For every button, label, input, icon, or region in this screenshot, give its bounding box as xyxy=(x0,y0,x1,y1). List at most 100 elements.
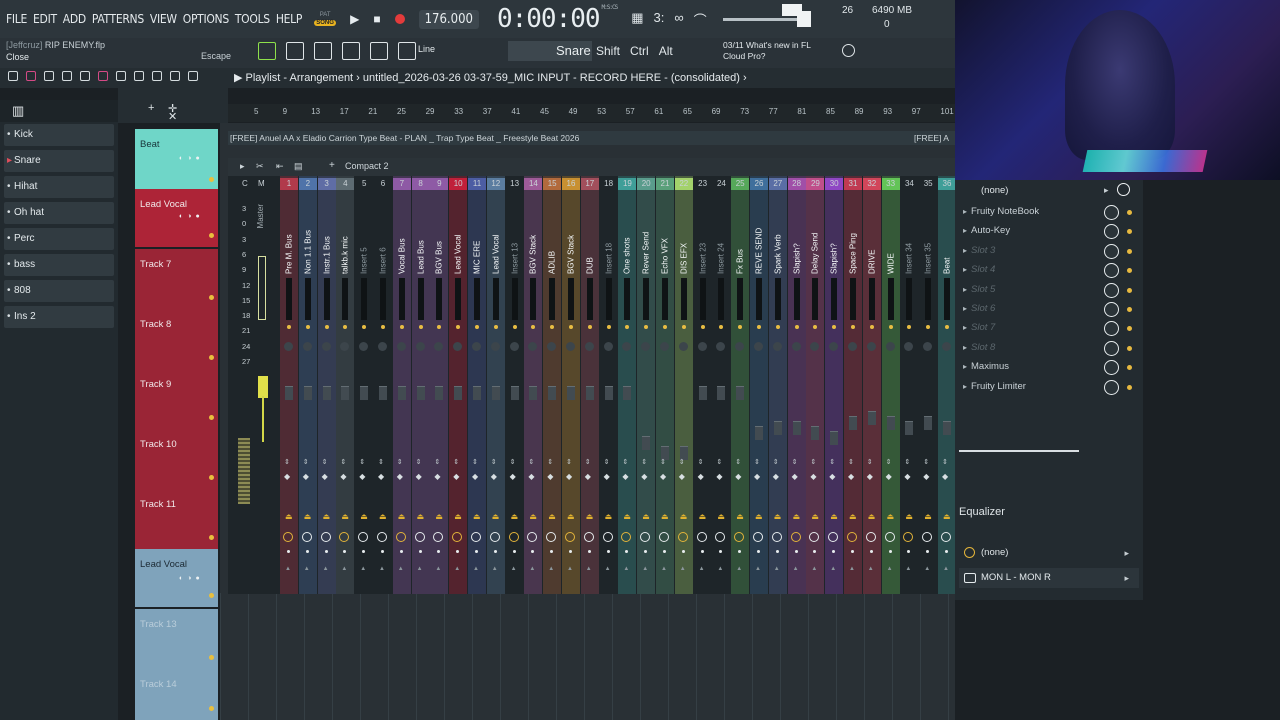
send-dot[interactable] xyxy=(719,325,724,329)
route-arrow-icon[interactable]: ⏏ xyxy=(623,512,631,521)
route-arrow-icon[interactable]: ⏏ xyxy=(905,512,913,521)
input-selector[interactable]: (none) xyxy=(981,185,1008,196)
pan-knob[interactable] xyxy=(453,342,463,351)
chevron-right-icon[interactable]: ▸ xyxy=(963,323,967,332)
volume-fader[interactable] xyxy=(849,416,857,430)
stereo-arrow-icon[interactable]: ⇕ xyxy=(566,458,572,466)
chevron-right-icon[interactable]: ▸ xyxy=(963,246,967,255)
mixer-channel[interactable]: 11 MIC ERE ⇕ ◆ ⏏ ▲ xyxy=(468,176,486,594)
stereo-sep-icon[interactable]: ◆ xyxy=(547,472,553,481)
browser-item[interactable]: Ins 2 xyxy=(4,306,114,328)
mixer-channel[interactable]: 30 Slapish? ⇕ ◆ ⏏ ▲ xyxy=(825,176,844,594)
mixer-channel[interactable]: 14 BGV Stack ⇕ ◆ ⏏ ▲ xyxy=(524,176,543,594)
volume-fader[interactable] xyxy=(435,386,444,400)
send-dot[interactable] xyxy=(757,325,761,329)
route-triangle-icon[interactable]: ▲ xyxy=(774,566,780,572)
send-dot[interactable] xyxy=(663,325,667,329)
mixer-channel[interactable]: 24 Insert 24 ⇕ ◆ ⏏ ▲ xyxy=(712,176,730,594)
route-arrow-icon[interactable]: ⏏ xyxy=(567,512,575,521)
route-triangle-icon[interactable]: ▲ xyxy=(924,566,930,572)
playback-icon[interactable] xyxy=(188,71,198,81)
chevron-right-icon[interactable]: ▸ xyxy=(963,285,967,294)
effect-slot[interactable]: ▸ Fruity NoteBook xyxy=(961,204,1137,223)
volume-fader[interactable] xyxy=(510,386,519,400)
pan-knob[interactable] xyxy=(678,342,688,351)
track-dot[interactable] xyxy=(209,177,214,182)
record-arm-icon[interactable]: ● xyxy=(195,155,199,162)
volume-fader[interactable] xyxy=(285,386,293,400)
pan-knob[interactable] xyxy=(622,342,632,351)
route-triangle-icon[interactable]: ▲ xyxy=(360,566,366,572)
volume-fader[interactable] xyxy=(604,386,613,400)
news-panel[interactable]: 03/11 What's new in FL Cloud Pro? xyxy=(723,40,811,62)
master-volume-slider[interactable] xyxy=(722,10,811,27)
volume-fader[interactable] xyxy=(454,386,463,400)
track-header[interactable]: Lead Vocal ◐ ◑ ● xyxy=(135,189,218,247)
route-knob-icon[interactable] xyxy=(565,532,575,542)
stereo-arrow-icon[interactable]: ⇕ xyxy=(810,458,816,466)
stereo-sep-icon[interactable]: ◆ xyxy=(641,472,647,481)
pan-knob[interactable] xyxy=(584,342,594,351)
route-triangle-icon[interactable]: ▲ xyxy=(435,566,441,572)
draw-icon[interactable] xyxy=(44,71,54,81)
volume-fader[interactable] xyxy=(548,386,557,400)
route-triangle-icon[interactable]: ▲ xyxy=(887,566,893,572)
stereo-arrow-icon[interactable]: ⇕ xyxy=(716,458,722,466)
delete-icon[interactable] xyxy=(80,71,90,81)
pan-knob[interactable] xyxy=(829,342,839,351)
route-triangle-icon[interactable]: ▲ xyxy=(605,566,611,572)
stereo-arrow-icon[interactable]: ⇕ xyxy=(359,458,365,466)
send-dot[interactable] xyxy=(569,325,573,329)
pan-knob[interactable] xyxy=(603,342,613,351)
pan-knob[interactable] xyxy=(885,342,895,351)
volume-fader[interactable] xyxy=(886,416,895,430)
track-dot[interactable] xyxy=(209,593,214,598)
track-header[interactable]: Track 14 xyxy=(135,669,218,720)
stereo-sep-icon[interactable]: ◆ xyxy=(886,472,892,481)
route-triangle-icon[interactable]: ▲ xyxy=(642,566,648,572)
stereo-sep-icon[interactable]: ◆ xyxy=(698,472,704,481)
send-dot[interactable] xyxy=(587,325,592,329)
stereo-sep-icon[interactable]: ◆ xyxy=(322,472,328,481)
arrow-icon[interactable] xyxy=(398,42,416,60)
stereo-sep-icon[interactable]: ◆ xyxy=(340,472,346,481)
track-dot[interactable] xyxy=(209,475,214,480)
send-dot[interactable] xyxy=(625,325,630,329)
effect-slot[interactable]: ▸ Slot 3 xyxy=(961,243,1137,262)
stereo-sep-icon[interactable]: ◆ xyxy=(416,472,422,481)
sidechain-selector[interactable]: (none) ▸ xyxy=(959,544,1139,562)
mute-icon[interactable]: ◐ xyxy=(179,213,183,220)
stereo-sep-icon[interactable]: ◆ xyxy=(359,472,365,481)
mixer-channel[interactable]: 15 ADLIB ⇕ ◆ ⏏ ▲ xyxy=(543,176,562,594)
pat-song-toggle[interactable]: PAT SONG xyxy=(312,4,338,34)
chevron-right-icon[interactable]: ▸ xyxy=(1104,185,1109,196)
playlist-menu-icon[interactable] xyxy=(8,71,18,81)
stereo-arrow-icon[interactable]: ⇕ xyxy=(735,458,741,466)
route-knob-icon[interactable] xyxy=(903,532,914,542)
record-arm-icon[interactable]: ● xyxy=(195,575,199,582)
stereo-sep-icon[interactable]: ◆ xyxy=(942,472,948,481)
send-dot[interactable] xyxy=(418,325,423,329)
chevron-right-icon[interactable]: ▸ xyxy=(963,343,967,352)
wave-icon[interactable]: ⌒ xyxy=(694,10,707,29)
send-dot[interactable] xyxy=(437,325,442,329)
slot-enable-dot[interactable] xyxy=(1127,345,1132,351)
route-triangle-icon[interactable]: ▲ xyxy=(285,566,291,572)
route-knob-icon[interactable] xyxy=(734,532,745,542)
mix-knob[interactable] xyxy=(1104,360,1119,376)
playlist-window-icon[interactable] xyxy=(258,42,276,60)
menu-item-help[interactable]: HELP xyxy=(276,12,303,26)
volume-fader[interactable] xyxy=(341,386,350,400)
stereo-arrow-icon[interactable]: ⇕ xyxy=(754,458,760,466)
stereo-sep-icon[interactable]: ◆ xyxy=(679,472,685,481)
mixer-tools-icon[interactable]: ✂ xyxy=(256,161,264,172)
volume-fader[interactable] xyxy=(416,386,425,400)
route-arrow-icon[interactable]: ⏏ xyxy=(755,512,763,521)
mixer-channel[interactable]: 31 Space Ping ⇕ ◆ ⏏ ▲ xyxy=(844,176,862,594)
stereo-sep-icon[interactable]: ◆ xyxy=(434,472,440,481)
volume-fader[interactable] xyxy=(905,421,914,435)
stereo-sep-icon[interactable]: ◆ xyxy=(604,472,610,481)
mixer-channel[interactable]: 28 Slapish? ⇕ ◆ ⏏ ▲ xyxy=(787,176,806,594)
stop-button[interactable]: ■ xyxy=(373,12,380,26)
slot-enable-dot[interactable] xyxy=(1127,268,1132,274)
